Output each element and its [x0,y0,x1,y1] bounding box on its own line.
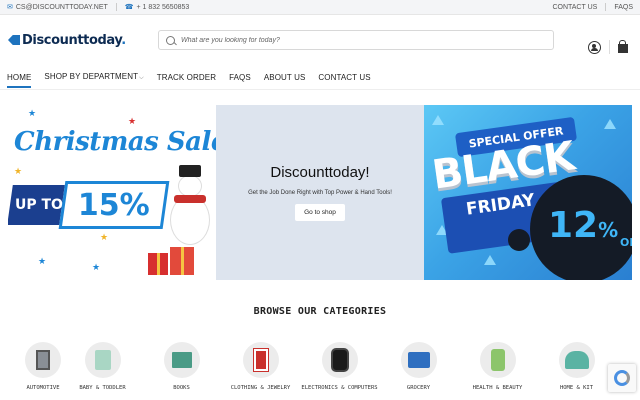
nav-track-order[interactable]: TRACK ORDER [157,67,216,88]
star-icon: ★ [28,108,37,118]
category-electronics-computers[interactable]: ELECTRONICS & COMPUTERS [300,342,379,391]
category-automotive[interactable]: AUTOMOTIVE [23,342,63,391]
search-icon[interactable] [166,35,175,45]
category-books[interactable]: BOOKS [142,342,221,391]
categories-heading: BROWSE OUR CATEGORIES [253,306,387,317]
header-icons [588,40,628,54]
search-input[interactable] [181,36,546,44]
category-clothing-jewelry[interactable]: CLOTHING & JEWELRY [221,342,300,391]
site-logo[interactable]: Discounttoday. [8,33,158,48]
envelope-icon: ✉ [7,3,13,11]
divider [609,40,610,54]
top-bar-links: CONTACT US FAQS [552,3,633,11]
email-link[interactable]: ✉ CS@DISCOUNTTODAY.NET [7,4,108,11]
baby-product-icon [94,350,111,370]
cart-icon[interactable] [618,40,628,53]
category-baby-toddler[interactable]: BABY & TODDLER [63,342,142,391]
nav-faqs[interactable]: FAQS [229,67,251,88]
star-icon: ★ [38,256,47,266]
category-home-kitchen[interactable]: HOME & KIT [537,342,616,391]
percent-off-value: 12% [548,205,619,246]
black-friday-banner[interactable]: SPECIAL OFFER BLACK FRIDAY 12% OFF [424,105,632,280]
gift-icon [170,247,194,275]
category-image [84,342,121,378]
phone-link[interactable]: ☎ + 1 832 5650853 [125,4,189,11]
discount-badge: UP TO 15% [8,181,170,235]
divider [605,3,607,11]
nav-about-us[interactable]: ABOUT US [264,67,306,88]
category-health-beauty[interactable]: HEALTH & BEAUTY [458,342,537,391]
gift-icon [148,253,168,275]
site-header: Discounttoday. [0,15,640,65]
category-image [242,342,279,378]
category-image [163,342,200,378]
go-to-shop-button[interactable]: Go to shop [295,204,345,221]
phone-text: + 1 832 5650853 [136,3,190,11]
dark-sphere-small [508,229,530,251]
clothing-icon [252,348,269,372]
star-icon: ★ [92,262,101,272]
health-product-icon [490,349,505,371]
recaptcha-icon [614,370,630,386]
off-label: OFF [620,236,632,249]
category-list: AUTOMOTIVE BABY & TODDLER BOOKS CLOTHING… [0,342,640,391]
phone-icon: ☎ [124,3,134,11]
banner-title: Discounttoday! [270,164,370,181]
center-promo-banner: Discounttoday! Get the Job Done Right wi… [216,105,424,280]
main-nav: HOME SHOP BY DEPARTMENT⌵ TRACK ORDER FAQ… [0,65,640,90]
category-image [25,342,61,378]
christmas-sale-title: Christmas Sale [14,127,216,157]
category-grocery[interactable]: GROCERY [379,342,458,391]
book-icon [171,352,192,368]
nav-home[interactable]: HOME [7,67,32,88]
topbar-contact-us-link[interactable]: CONTACT US [552,4,597,11]
topbar-faqs-link[interactable]: FAQS [614,4,633,11]
email-text: CS@DISCOUNTTODAY.NET [15,3,108,11]
category-image [558,342,595,378]
triangle-decoration [604,119,616,129]
smartwatch-icon [330,348,349,372]
category-image [400,342,437,378]
triangle-decoration [432,115,444,125]
star-icon: ★ [128,116,137,126]
category-image [479,342,516,378]
divider [115,3,117,11]
banner-subtitle: Get the Job Done Right with Top Power & … [248,190,392,196]
home-kitchen-icon [564,351,589,369]
nav-shop-by-department[interactable]: SHOP BY DEPARTMENT⌵ [44,66,143,88]
search-bar [158,30,554,50]
star-icon: ★ [14,166,23,176]
top-bar: ✉ CS@DISCOUNTTODAY.NET ☎ + 1 832 5650853… [0,0,640,15]
percent-label-box: 15% [58,181,170,229]
chevron-down-icon: ⌵ [139,75,144,81]
promo-banners: ★ ★ ★ ★ ★ ★ Christmas Sale UP TO 15% Dis… [8,105,632,280]
account-icon[interactable] [588,40,601,54]
grocery-icon [407,352,430,368]
triangle-decoration [484,255,496,265]
top-bar-contact: ✉ CS@DISCOUNTTODAY.NET ☎ + 1 832 5650853 [7,3,189,11]
logo-text: Discounttoday. [22,32,126,48]
recaptcha-badge[interactable] [608,364,636,392]
nav-contact-us[interactable]: CONTACT US [318,67,370,88]
logo-tag-icon [8,35,20,45]
category-image [321,342,358,378]
christmas-sale-banner[interactable]: ★ ★ ★ ★ ★ ★ Christmas Sale UP TO 15% [8,105,216,280]
car-jack-icon [36,350,50,370]
